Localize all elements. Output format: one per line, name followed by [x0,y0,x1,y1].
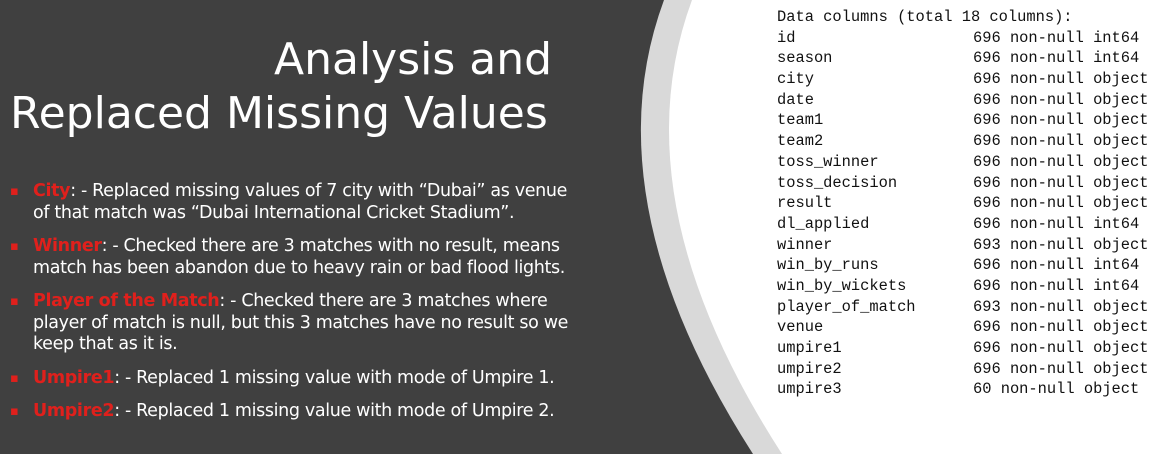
bullet-item: ▪ Player of the Match: - Checked there ar… [10,291,575,356]
column-name: city [777,70,814,89]
column-name: win_by_wickets [777,276,907,295]
column-stats: 696 non-null object [973,70,1149,89]
column-row: city 696 non-null object [777,69,1148,90]
column-stats: 693 non-null object [973,297,1149,316]
column-row: toss_winner 696 non-null object [777,152,1148,173]
column-row: umpire3 60 non-null object [777,379,1148,400]
bullet-text: : - Replaced 1 missing value with mode o… [114,367,555,388]
column-name: season [777,49,833,68]
column-row: umpire1 696 non-null object [777,338,1148,359]
bullet-key: Umpire2 [33,401,115,421]
bullet-marker-icon: ▪ [10,184,19,199]
column-row: win_by_runs 696 non-null int64 [777,255,1148,276]
column-name: id [777,28,796,47]
column-stats: 696 non-null object [973,90,1149,109]
column-row: team1 696 non-null object [777,110,1148,131]
column-name: toss_winner [777,152,879,171]
column-row: venue 696 non-null object [777,317,1148,338]
title-line-2: Replaced Missing Values [10,88,548,139]
bullet-item: ▪ Umpire2: - Replaced 1 missing value wit… [10,401,575,423]
column-row: winner 693 non-null object [777,235,1148,256]
bullet-text: : - Replaced missing values of 7 city wi… [33,181,568,223]
column-row: season 696 non-null int64 [777,48,1148,69]
column-name: umpire2 [777,359,842,378]
column-stats: 696 non-null object [973,318,1149,337]
column-stats: 696 non-null int64 [973,214,1140,233]
info-header: Data columns (total 18 columns): [777,8,1073,26]
column-row: date 696 non-null object [777,90,1148,111]
column-name: date [777,90,814,109]
bullet-text: : - Replaced 1 missing value with mode o… [114,401,555,421]
column-stats: 696 non-null object [973,111,1149,130]
column-row: umpire2 696 non-null object [777,359,1148,380]
column-name: umpire1 [777,339,842,357]
column-name: dl_applied [777,214,870,233]
column-row: id 696 non-null int64 [777,28,1148,49]
column-stats: 696 non-null int64 [973,276,1140,295]
column-stats: 696 non-null object [973,359,1149,378]
column-row: win_by_wickets 696 non-null int64 [777,276,1148,297]
column-stats: 693 non-null object [973,235,1149,254]
bullet-item: ▪ Winner: - Checked there are 3 matches w… [10,236,575,279]
bullet-marker-icon: ▪ [10,404,19,419]
column-name: toss_decision [777,173,898,192]
bullet-text: : - Checked there are 3 matches with no … [33,236,565,278]
column-row: team2 696 non-null object [777,131,1148,152]
column-stats: 696 non-null object [973,132,1149,151]
bullet-item: ▪ Umpire1: - Replaced 1 missing value wit… [10,368,575,390]
column-name: winner [777,235,833,254]
column-name: result [777,194,833,213]
bullet-key: City [33,181,71,201]
column-name: venue [777,318,824,337]
column-name: win_by_runs [777,256,879,275]
bullet-marker-icon: ▪ [10,294,19,309]
column-stats: 696 non-null int64 [973,256,1140,275]
bullet-item: ▪ City: - Replaced missing values of 7 ci… [10,181,575,224]
column-stats: 696 non-null object [973,152,1149,171]
title-line-1: Analysis and [274,34,553,85]
column-stats: 696 non-null object [973,194,1149,213]
bullet-marker-icon: ▪ [10,239,19,254]
bullet-key: Winner [33,236,102,256]
bullet-key: Umpire1 [33,367,115,388]
column-stats: 696 non-null object [973,339,1149,357]
bullet-list: ▪ City: - Replaced missing values of 7 ci… [10,181,575,435]
column-stats: 60 non-null object [973,380,1140,399]
bullet-marker-icon: ▪ [10,370,19,386]
column-name: player_of_match [777,297,916,316]
column-stats: 696 non-null object [973,173,1149,192]
column-name: umpire3 [777,380,842,399]
dataframe-info-output: Data columns (total 18 columns): id 696 n… [777,7,1148,400]
column-row: player_of_match 693 non-null object [777,297,1148,318]
column-row: dl_applied 696 non-null int64 [777,214,1148,235]
column-name: team1 [777,111,824,130]
column-name: team2 [777,132,824,151]
column-row: toss_decision 696 non-null object [777,173,1148,194]
column-stats: 696 non-null int64 [973,28,1140,47]
bullet-key: Player of the Match [33,291,220,311]
column-row: result 696 non-null object [777,193,1148,214]
column-stats: 696 non-null int64 [973,49,1140,68]
